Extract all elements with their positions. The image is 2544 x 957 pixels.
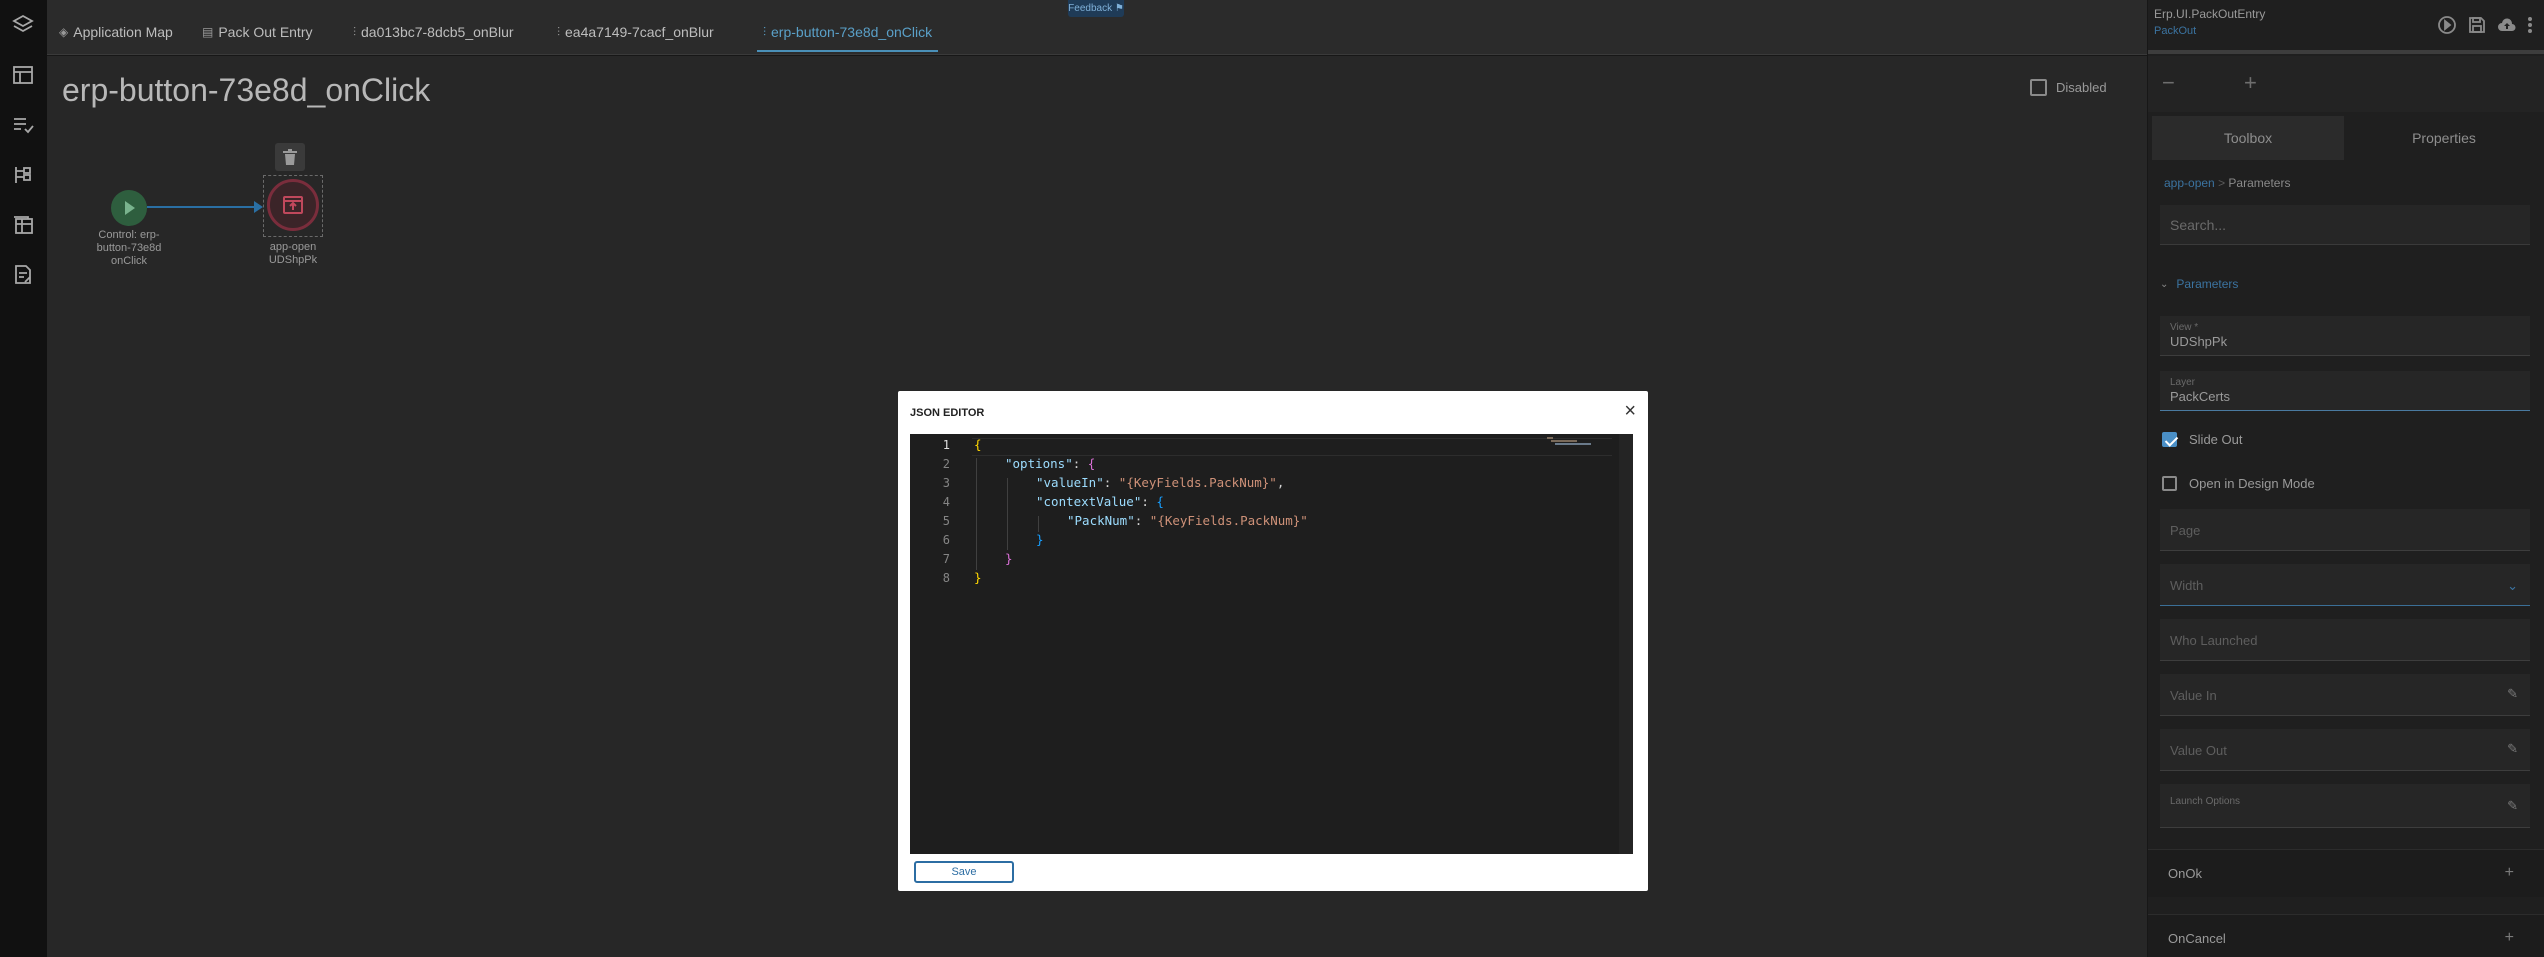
code-line-4: "contextValue": { bbox=[1036, 494, 1164, 509]
line-number: 7 bbox=[942, 552, 950, 566]
json-editor-dialog: JSON EDITOR × 1 2 3 4 5 6 7 8 { "options… bbox=[898, 391, 1648, 891]
indent-guide bbox=[1038, 516, 1039, 532]
code-editor[interactable]: 1 2 3 4 5 6 7 8 { "options": { "valueIn"… bbox=[910, 434, 1633, 854]
line-number: 1 bbox=[942, 438, 950, 452]
line-number: 6 bbox=[942, 533, 950, 547]
code-line-1: { bbox=[974, 437, 982, 452]
code-line-6: } bbox=[1036, 532, 1044, 547]
dialog-title: JSON EDITOR bbox=[910, 407, 985, 419]
code-line-3: "valueIn": "{KeyFields.PackNum}", bbox=[1036, 475, 1285, 490]
code-line-2: "options": { bbox=[1005, 456, 1096, 471]
line-number: 2 bbox=[942, 457, 950, 471]
indent-guide bbox=[1007, 478, 1008, 550]
line-number-gutter: 1 2 3 4 5 6 7 8 bbox=[910, 434, 972, 854]
close-icon[interactable]: × bbox=[1624, 401, 1636, 421]
line-number: 5 bbox=[942, 514, 950, 528]
current-line-highlight bbox=[972, 438, 1612, 456]
minimap[interactable] bbox=[1547, 437, 1591, 447]
code-line-7: } bbox=[1005, 551, 1013, 566]
line-number: 4 bbox=[942, 495, 950, 509]
indent-guide bbox=[976, 458, 977, 570]
save-button[interactable]: Save bbox=[914, 861, 1014, 883]
line-number: 3 bbox=[942, 476, 950, 490]
line-number: 8 bbox=[942, 571, 950, 585]
code-line-5: "PackNum": "{KeyFields.PackNum}" bbox=[1067, 513, 1308, 528]
editor-scrollbar[interactable] bbox=[1619, 434, 1633, 854]
code-line-8: } bbox=[974, 570, 982, 585]
